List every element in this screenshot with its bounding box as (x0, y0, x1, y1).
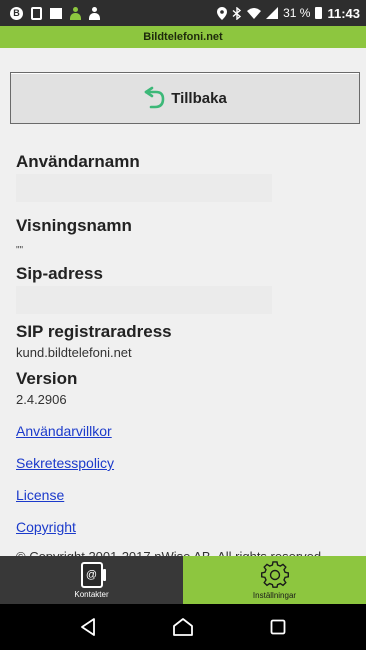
sip-address-section: Sip-adress (16, 264, 356, 314)
battery-percent: 31 % (283, 6, 311, 20)
location-icon (217, 6, 228, 20)
nav-home-icon (173, 618, 193, 636)
person-icon (89, 6, 100, 20)
version-section: Version 2.4.2906 (16, 369, 356, 407)
display-name-section: Visningsnamn (16, 216, 356, 262)
app-title: Bildtelefoni.net (143, 31, 223, 43)
navigation-bar (0, 604, 366, 650)
sip-registrar-label: SIP registraradress (16, 322, 172, 341)
tab-contacts-label: Kontakter (74, 589, 109, 599)
back-button[interactable]: Tillbaka (10, 72, 360, 124)
nav-back-icon (80, 618, 95, 636)
battery-icon (315, 7, 323, 19)
version-value: 2.4.2906 (16, 392, 67, 407)
tab-settings-label: Inställningar (252, 590, 297, 600)
display-name-field[interactable] (16, 238, 272, 262)
bluetooth-icon (232, 6, 242, 20)
privacy-link[interactable]: Sekretesspolicy (16, 455, 356, 471)
sip-registrar-section: SIP registraradress kund.bildtelefoni.ne… (16, 322, 356, 360)
nav-home-button[interactable] (165, 609, 201, 645)
image-icon (50, 7, 62, 19)
display-name-label: Visningsnamn (16, 216, 132, 235)
license-link[interactable]: License (16, 487, 356, 503)
copyright-link[interactable]: Copyright (16, 519, 356, 535)
status-bar-notifications: B (10, 6, 100, 20)
sip-address-field[interactable] (16, 286, 272, 314)
signal-icon (266, 7, 279, 19)
wifi-icon (247, 8, 262, 19)
status-bar: B 31 % 11:43 (0, 0, 366, 26)
bottom-tab-bar: @ Kontakter Inställningar (0, 556, 366, 604)
tab-settings[interactable]: Inställningar (183, 556, 366, 604)
username-field[interactable] (16, 174, 272, 202)
username-section: Användarnamn (16, 152, 356, 202)
sip-registrar-value: kund.bildtelefoni.net (16, 345, 132, 360)
b-circle-icon: B (10, 6, 23, 20)
contacts-book-icon: @ (80, 561, 106, 588)
nav-recents-button[interactable] (260, 609, 296, 645)
back-arrow-icon (144, 86, 165, 109)
app-header: Bildtelefoni.net (0, 26, 366, 48)
username-label: Användarnamn (16, 152, 140, 171)
tab-contacts[interactable]: @ Kontakter (0, 556, 183, 604)
status-bar-system: 31 % 11:43 (217, 6, 360, 21)
nav-recents-icon (270, 619, 286, 635)
terms-link[interactable]: Användarvillkor (16, 423, 356, 439)
nav-back-button[interactable] (70, 609, 106, 645)
back-button-label: Tillbaka (171, 89, 227, 107)
person-icon (70, 6, 81, 20)
sip-address-label: Sip-adress (16, 264, 103, 283)
version-label: Version (16, 369, 78, 388)
clipboard-icon (31, 6, 42, 20)
clock: 11:43 (327, 5, 360, 21)
settings-content: Användarnamn Visningsnamn Sip-adress SIP… (16, 152, 356, 564)
gear-icon (260, 560, 289, 588)
